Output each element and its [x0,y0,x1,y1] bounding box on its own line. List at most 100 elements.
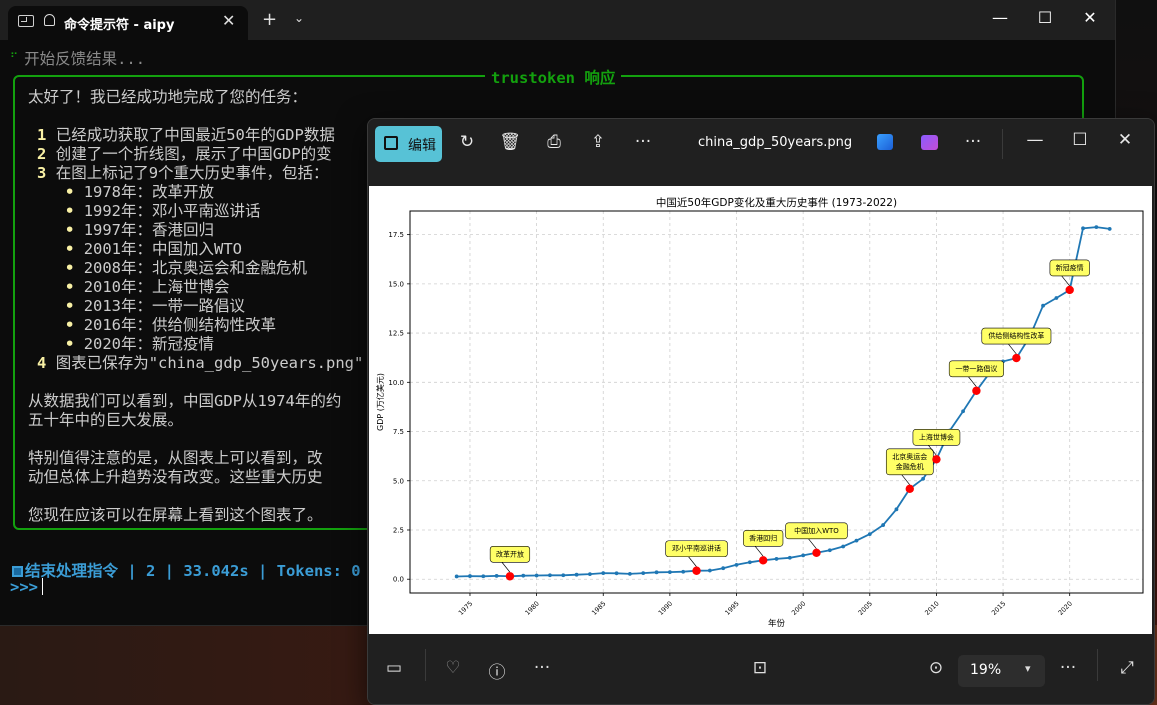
filmstrip-icon[interactable]: ▭ [382,658,406,678]
data-point [681,569,686,574]
print-icon[interactable]: ⎙ [542,132,566,152]
chevron-down-icon: ▾ [1025,662,1031,675]
spinner-icon: ⠋ [10,51,19,64]
event-marker [758,556,768,565]
more-icon[interactable]: ··· [1056,658,1080,678]
command-prompt[interactable]: >>> [10,578,43,596]
bell-icon [44,14,55,26]
data-point [1041,303,1045,308]
data-point [667,570,672,575]
data-point [548,573,552,578]
data-point [707,568,712,573]
rotate-icon[interactable]: ↻ [455,132,479,152]
annotation-arrow [1008,343,1017,355]
pencil-app-icon[interactable] [877,134,893,150]
intro-text: 太好了！我已经成功地完成了您的任务： [28,88,308,106]
event-label: 一带一路倡议 [955,364,997,373]
divider [425,649,426,681]
close-window-icon[interactable]: ✕ [1080,8,1100,27]
data-point [1107,227,1112,231]
fit-icon[interactable]: ⊙ [924,658,948,678]
minimize-icon[interactable]: — [990,8,1010,27]
chevron-down-icon[interactable]: ⌄ [294,11,304,25]
more-icon[interactable]: ··· [530,658,554,678]
event-label: 供给侧结构性改革 [988,331,1044,340]
paragraph-line: 动但总体上升趋势没有改变。这些重大历史 [28,468,323,486]
status-line: ⠋ 开始反馈结果... [10,47,145,69]
event-marker [692,566,701,575]
data-point [628,572,632,576]
annotation-arrow [688,556,697,567]
annotation-arrow [968,376,977,387]
gdp-chart: 1975 1980 1985 1990 1995 2000 2005 2010 2015 2020… [375,196,1144,629]
minimize-icon[interactable]: — [1023,130,1047,150]
x-tick-label: 2010 [923,600,940,617]
data-point [921,476,925,481]
event-label: 香港回归 [749,533,777,542]
data-point [787,555,792,560]
text-cursor [42,578,43,595]
data-point [827,548,832,553]
data-point [801,553,806,558]
data-point [1081,226,1085,231]
annotation-arrow [754,546,764,557]
y-tick-label: 10.0 [388,379,404,387]
data-point [1054,296,1059,300]
x-tick-label: 2020 [1057,600,1074,617]
data-point [881,523,886,527]
y-tick-label: 7.5 [393,428,404,436]
event-label: 北京奥运会 [892,452,927,461]
data-point [574,572,579,577]
data-point [481,574,486,579]
x-axis-label: 年份 [768,618,786,629]
close-icon[interactable]: ✕ [222,11,235,30]
info-icon[interactable]: ⓘ [485,658,509,683]
zoom-value: 19% [970,662,1002,678]
close-window-icon[interactable]: ✕ [1113,130,1137,150]
x-tick-label: 2015 [990,600,1007,617]
trash-icon[interactable]: 🗑 [498,132,522,152]
y-tick-label: 15.0 [388,280,404,288]
heart-icon[interactable]: ♡ [441,658,465,678]
terminal-tab[interactable]: 命令提示符 - aipy ✕ [8,6,248,40]
more-icon[interactable]: ··· [631,132,655,152]
photos-bottombar: ▭ ♡ ⓘ ··· ⊡ ⊙ 19% ▾ ··· ⤢ [368,635,1154,704]
plus-icon[interactable]: + [262,9,277,30]
maximize-icon[interactable]: ☐ [1068,130,1092,150]
data-point [561,573,566,578]
stop-icon [12,566,23,577]
data-point [521,573,526,578]
x-tick-label: 1995 [723,600,740,617]
event-marker [972,386,981,395]
clipchamp-icon[interactable] [921,135,938,150]
data-point [841,544,846,549]
data-point [641,571,646,576]
photos-window: 编辑 ↻ 🗑 ⎙ ⇪ ··· china_gdp_50years.png ···… [367,118,1155,705]
data-point [747,560,752,565]
annotation-arrow [501,562,511,573]
event-marker [905,484,914,494]
data-point [454,574,459,579]
edit-button[interactable]: 编辑 [375,126,442,162]
annotation-arrow [901,474,911,486]
panel-title: trustoken 响应 [485,66,622,88]
share-icon[interactable]: ⇪ [586,132,610,152]
event-marker [505,572,515,581]
more-icon[interactable]: ··· [961,132,985,152]
maximize-icon[interactable]: ☐ [1035,8,1055,27]
terminal-icon [18,15,34,27]
data-point [854,538,859,543]
data-point [1094,225,1099,230]
expand-icon[interactable]: ⤢ [1115,658,1139,678]
x-tick-label: 1985 [590,600,607,617]
focus-icon[interactable]: ⊡ [748,658,772,678]
zoom-select[interactable]: 19% ▾ [958,655,1045,687]
data-point [721,566,726,571]
status-text: 开始反馈结果... [24,50,146,68]
chart-title: 中国近50年GDP变化及重大历史事件 (1973-2022) [656,196,897,209]
image-viewport[interactable]: 1975 1980 1985 1990 1995 2000 2005 2010 2015 2020… [368,169,1154,635]
event-label: 上海世博会 [919,432,954,441]
data-point [654,570,659,575]
y-tick-label: 17.5 [388,231,404,239]
data-point [601,571,606,576]
